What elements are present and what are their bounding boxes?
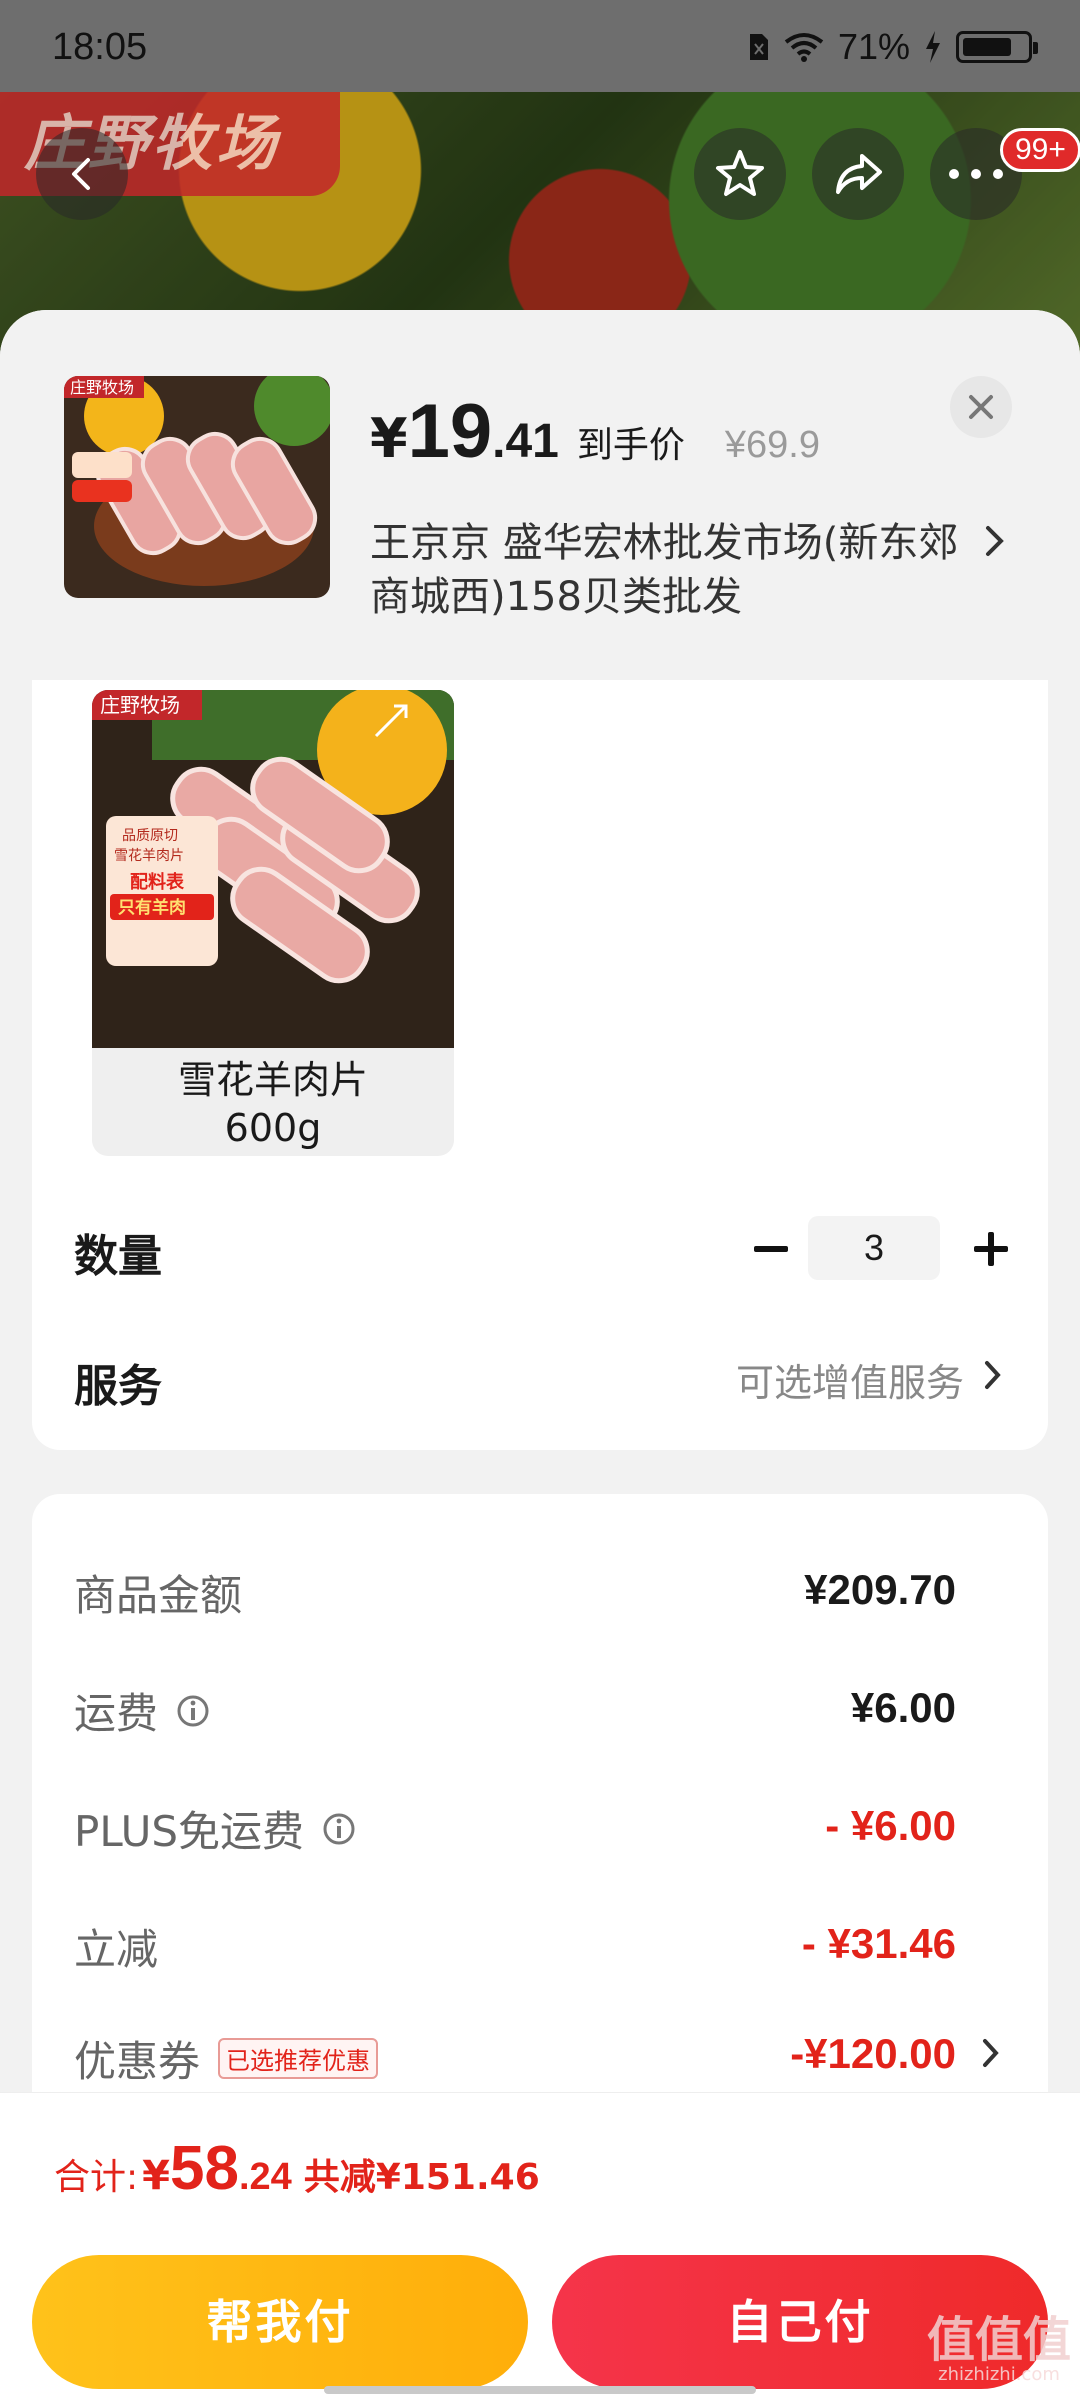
quantity-increase-button[interactable] (962, 1220, 1020, 1278)
shipping-text: 运费 (74, 1689, 159, 1738)
thumb-brand: 庄野牧场 (70, 378, 134, 397)
variant-name: 雪花羊肉片 (177, 1058, 368, 1102)
chevron-left-icon (72, 158, 90, 190)
wifi-icon (784, 33, 824, 62)
price-decimal: .41 (492, 415, 559, 468)
help-pay-button[interactable]: 帮我付 (32, 2255, 528, 2389)
price-label: 到手价 (576, 425, 685, 466)
service-selector[interactable]: 可选增值服务 (736, 1352, 964, 1407)
quantity-input[interactable]: 3 (808, 1216, 940, 1280)
sim-icon (749, 34, 768, 60)
options-card: 庄野牧场 品质原切 雪花羊肉片 配料表 只有羊肉 雪花羊肉片 600g 数量 3… (32, 680, 1048, 1450)
chevron-right-icon (983, 2039, 999, 2067)
goods-amount-value: ¥209.70 (804, 1566, 956, 1613)
quantity-label: 数量 (74, 1231, 162, 1282)
back-button[interactable] (36, 128, 128, 220)
total-integer: 58 (169, 2134, 239, 2203)
discount-label: 立减 (74, 1916, 158, 1977)
coupon-tag: 已选推荐优惠 (218, 2038, 379, 2079)
coupon-label[interactable]: 优惠券 已选推荐优惠 (74, 2028, 379, 2089)
discount-value: - ¥31.46 (801, 1920, 956, 1967)
purchase-sheet: 庄野牧场 ¥ 19 .41 到手价 ¥69.9 王京京 盛华宏林批发市场(新东郊… (0, 310, 1080, 2400)
variant-image: 庄野牧场 品质原切 雪花羊肉片 配料表 只有羊肉 (92, 690, 454, 1048)
total-decimal: .24 (238, 2156, 292, 2198)
product-thumbnail[interactable]: 庄野牧场 (64, 376, 330, 598)
total-label: 合计: (54, 2157, 139, 2198)
close-icon (969, 395, 993, 419)
total-row: 合计: ¥ 58 .24 共减¥151.46 (54, 2133, 540, 2204)
share-button[interactable] (812, 128, 904, 220)
discount-text: 立减 (74, 1925, 159, 1974)
coupon-text: 优惠券 (74, 2037, 201, 2086)
home-indicator[interactable] (324, 2386, 756, 2394)
goods-amount-text: 商品金额 (74, 1571, 243, 1620)
plus-shipping-label: PLUS免运费 (74, 1798, 356, 1859)
charging-icon (926, 31, 940, 63)
variant-option[interactable]: 庄野牧场 品质原切 雪花羊肉片 配料表 只有羊肉 雪花羊肉片 600g (92, 690, 454, 1156)
minus-icon (754, 1246, 788, 1252)
quantity-decrease-button[interactable] (742, 1220, 800, 1278)
variant-weight: 600g (224, 1106, 322, 1150)
plus-icon (974, 1232, 1008, 1266)
favorite-button[interactable] (694, 128, 786, 220)
pack-text-1: 品质原切 (122, 828, 178, 844)
status-icons: 71% (748, 26, 1038, 68)
info-icon[interactable] (322, 1812, 356, 1846)
price-integer: 19 (407, 389, 493, 474)
original-price: ¥69.9 (724, 424, 820, 466)
watermark-text: 值值值 (926, 2312, 1071, 2368)
plus-shipping-text: PLUS免运费 (74, 1807, 305, 1856)
battery-percent: 71% (837, 26, 910, 67)
checkout-footer: 合计: ¥ 58 .24 共减¥151.46 帮我付 自己付 (0, 2092, 1080, 2401)
price-row: ¥ 19 .41 到手价 ¥69.9 (370, 388, 820, 475)
star-icon (716, 150, 764, 196)
watermark-domain: zhizhizhi.com (938, 2364, 1060, 2385)
service-label: 服务 (74, 1361, 162, 1412)
notification-badge: 99+ (1000, 128, 1080, 172)
shipping-value: ¥6.00 (850, 1684, 956, 1731)
info-icon[interactable] (176, 1694, 210, 1728)
shipping-label: 运费 (74, 1680, 210, 1741)
status-bar: 18:05 71% (0, 0, 1080, 92)
product-thumbnail-image: 庄野牧场 (64, 376, 330, 598)
chevron-right-icon (986, 526, 1004, 556)
goods-amount-label: 商品金额 (74, 1562, 242, 1623)
pack-text-2: 雪花羊肉片 (114, 848, 184, 864)
plus-shipping-value: - ¥6.00 (825, 1802, 956, 1849)
chevron-right-icon (985, 1361, 1001, 1389)
status-time: 18:05 (52, 26, 148, 68)
sheet-header: 庄野牧场 ¥ 19 .41 到手价 ¥69.9 王京京 盛华宏林批发市场(新东郊… (0, 310, 1080, 680)
variant-brand-label: 庄野牧场 (100, 693, 180, 717)
fee-card: 商品金额 ¥209.70 运费 ¥6.00 PLUS免运费 - ¥6.00 立减… (32, 1494, 1048, 2094)
battery-icon (956, 31, 1038, 63)
pack-text-3: 配料表 (130, 871, 185, 893)
shop-name-link[interactable]: 王京京 盛华宏林批发市场(新东郊商城西)158贝类批发 (370, 516, 970, 624)
total-saved: 共减¥151.46 (303, 2157, 540, 2198)
total-currency: ¥ (142, 2153, 170, 2199)
site-watermark: 值值值 zhizhizhi.com (924, 2316, 1074, 2386)
coupon-value[interactable]: -¥120.00 (790, 2030, 956, 2078)
close-button[interactable] (950, 376, 1012, 438)
share-icon (836, 154, 882, 194)
pack-text-4: 只有羊肉 (118, 897, 186, 918)
price-currency: ¥ (370, 407, 408, 470)
more-dots-icon (949, 169, 1003, 179)
